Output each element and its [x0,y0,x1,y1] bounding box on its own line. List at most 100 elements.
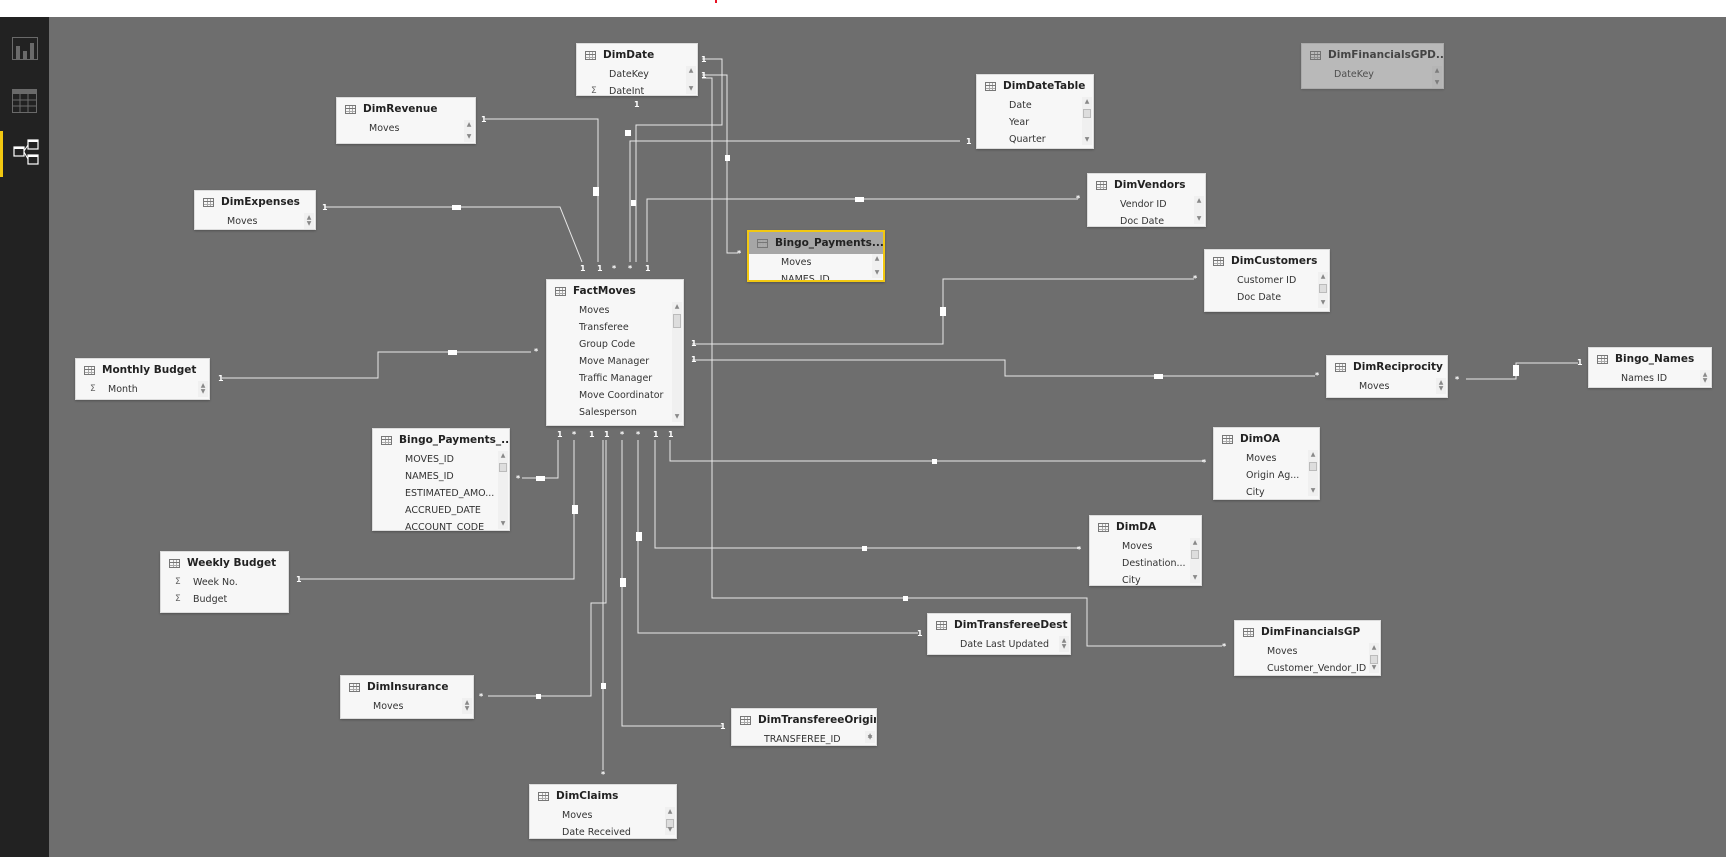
scroll-down-icon[interactable]: ▼ [1318,299,1328,307]
scroll-down-icon[interactable]: ▼ [686,85,696,93]
table-card[interactable]: DimExpenses Moves ▲ ▼ [194,190,316,230]
scroll-up-icon[interactable]: ▲ [1308,451,1318,459]
scrollbar[interactable]: ▲ ▼ [865,731,875,743]
table-card[interactable]: DimDA Moves Destination... City ▲ ▼ [1089,515,1202,586]
table-header[interactable]: DimFinancialsGPD... [1302,44,1443,66]
field-item[interactable]: Doc Date [1088,213,1205,226]
table-card[interactable]: DimTransfereeOrigin TRANSFEREE_ID ▲ ▼ [731,708,877,746]
field-item[interactable]: Σ Month [76,381,209,398]
scrollbar[interactable]: ▲ ▼ [1059,636,1069,652]
field-item[interactable]: TRANSFEREE_ID [732,731,876,745]
scroll-up-icon[interactable]: ▲ [1318,273,1328,281]
table-card[interactable]: DimTransfereeDest Date Last Updated ▲ ▼ [927,613,1071,655]
scroll-down-icon[interactable]: ▼ [665,826,675,834]
scroll-up-icon[interactable]: ▲ [686,67,696,75]
scroll-thumb[interactable] [1319,284,1327,293]
scroll-down-icon[interactable]: ▼ [1082,136,1092,144]
table-header[interactable]: DimVendors [1088,174,1205,196]
field-item[interactable]: Customer_Vendor_ID [1235,660,1380,675]
table-header[interactable]: DimTransfereeDest [928,614,1070,636]
scroll-down-icon[interactable]: ▼ [462,705,472,713]
scroll-up-icon[interactable]: ▲ [672,303,682,311]
table-card-selected[interactable]: Bingo_Payments... Moves NAMES_ID ▲ ▼ [747,230,885,282]
field-item[interactable]: ACCRUED_DATE [373,502,509,519]
field-item[interactable]: Move Manager [547,353,683,370]
field-item[interactable]: Moves [195,213,315,229]
field-item[interactable]: Moves [341,698,473,715]
field-item[interactable]: NAMES_ID [749,271,883,280]
field-item[interactable]: Transferee [547,319,683,336]
field-item[interactable]: DateKey [1302,66,1443,83]
field-item[interactable]: Names ID [1589,370,1711,387]
field-item[interactable]: Group Code [547,336,683,353]
table-card[interactable]: DimVendors Vendor ID Doc Date ▲ ▼ [1087,173,1206,227]
table-header[interactable]: Weekly Budget [161,552,288,574]
scroll-up-icon[interactable]: ▲ [1190,539,1200,547]
scrollbar[interactable]: ▲ ▼ [1436,378,1446,394]
scroll-up-icon[interactable]: ▲ [498,452,508,460]
scrollbar[interactable]: ▲ ▼ [1190,538,1200,583]
field-item[interactable]: Moves [337,120,475,137]
field-item[interactable]: Doc Date [1205,289,1329,306]
table-card[interactable]: DimCustomers Customer ID Doc Date ▲ ▼ [1204,249,1330,312]
table-card[interactable]: DimDate DateKey Σ DateInt ▲ ▼ [576,43,698,96]
scrollbar[interactable]: ▲ ▼ [1369,643,1379,673]
field-item[interactable]: Σ Week No. [161,574,288,591]
scrollbar[interactable]: ▲ ▼ [462,698,472,714]
scroll-down-icon[interactable]: ▼ [1059,643,1069,651]
field-item[interactable]: NAMES_ID [373,468,509,485]
scroll-thumb[interactable] [1083,109,1091,118]
table-header[interactable]: FactMoves [547,280,683,302]
scroll-thumb[interactable] [499,463,507,472]
scrollbar[interactable]: ▲ ▼ [665,807,675,835]
scroll-up-icon[interactable]: ▲ [1194,197,1204,205]
field-item[interactable]: Move Coordinator [547,387,683,404]
table-card[interactable]: DimFinancialsGPD... DateKey ▲ ▼ [1301,43,1444,89]
scroll-up-icon[interactable]: ▲ [464,121,474,129]
field-item[interactable]: Date Last Updated [928,636,1070,653]
scroll-down-icon[interactable]: ▼ [865,734,875,742]
field-item[interactable]: Moves [1090,538,1201,555]
field-item[interactable]: Origin Ag... [1214,467,1319,484]
scroll-up-icon[interactable]: ▲ [1082,98,1092,106]
field-item[interactable]: Date [977,97,1093,114]
scrollbar[interactable]: ▲ ▼ [464,120,474,142]
field-item[interactable]: Salesperson [547,404,683,421]
scrollbar[interactable]: ▲ ▼ [198,381,208,397]
field-item[interactable]: Σ DateInt [577,83,697,95]
field-item[interactable]: Date Received [530,824,676,838]
field-item[interactable]: City [1214,484,1319,499]
relationships-view-button[interactable] [0,131,49,177]
scrollbar[interactable]: ▲ ▼ [872,254,882,278]
table-header[interactable]: Bingo_Names [1589,348,1711,370]
table-card[interactable]: Bingo_Names Names ID ▲ ▼ [1588,347,1712,388]
field-item[interactable]: ESTIMATED_AMO... [373,485,509,502]
field-item[interactable]: Moves [547,302,683,319]
table-header[interactable]: DimClaims [530,785,676,807]
scroll-thumb[interactable] [1370,655,1378,664]
data-view-button[interactable] [0,79,49,125]
field-item[interactable]: ACCOUNT_CODE [373,519,509,530]
field-item[interactable]: Traffic Manager [547,370,683,387]
scroll-down-icon[interactable]: ▼ [464,133,474,141]
field-item[interactable]: MOVES_ID [373,451,509,468]
table-header[interactable]: DimDA [1090,516,1201,538]
scroll-down-icon[interactable]: ▼ [672,413,682,421]
field-item[interactable]: Moves [1235,643,1380,660]
scroll-down-icon[interactable]: ▼ [872,269,882,277]
scrollbar[interactable]: ▲ ▼ [1082,97,1092,145]
scroll-down-icon[interactable]: ▼ [1194,215,1204,223]
scroll-down-icon[interactable]: ▼ [1308,487,1318,495]
table-header[interactable]: DimCustomers [1205,250,1329,272]
table-header[interactable]: DimRevenue [337,98,475,120]
table-header[interactable]: Monthly Budget [76,359,209,381]
scrollbar[interactable]: ▲ ▼ [1318,272,1328,308]
scroll-down-icon[interactable]: ▼ [304,220,314,228]
scrollbar[interactable]: ▲ ▼ [672,302,682,422]
table-card[interactable]: DimOA Moves Origin Ag... City ▲ ▼ [1213,427,1320,500]
table-card[interactable]: DimFinancialsGP Moves Customer_Vendor_ID… [1234,620,1381,676]
table-header[interactable]: DimInsurance [341,676,473,698]
scroll-down-icon[interactable]: ▼ [498,520,508,528]
field-item[interactable]: Moves [530,807,676,824]
scroll-up-icon[interactable]: ▲ [665,808,675,816]
